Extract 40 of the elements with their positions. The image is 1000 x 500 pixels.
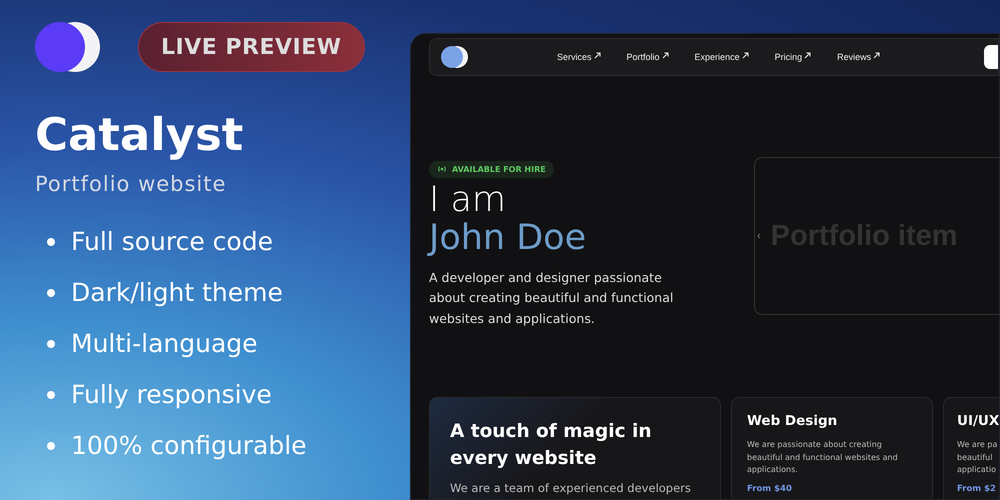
bullet-icon (47, 238, 55, 246)
logo-icon (35, 22, 100, 72)
feature-text: Fully responsive (71, 379, 272, 411)
nav-link[interactable]: Pricing (774, 52, 812, 62)
arrow-icon (873, 52, 880, 59)
bullet-icon (47, 288, 55, 296)
arrow-icon (742, 52, 749, 59)
bullet-icon (47, 390, 55, 398)
hero-name: John Doe (429, 218, 588, 256)
service-price: From $40 (747, 484, 793, 494)
availability-badge: AVAILABLE FOR HIRE (429, 160, 554, 178)
service-price: From $2 (957, 484, 997, 494)
service-title: UI/UX (957, 413, 999, 429)
previous-button[interactable]: ‹ (757, 230, 761, 242)
hero-heading: I am (429, 180, 507, 218)
service-title: Web Design (747, 413, 838, 429)
broadcast-icon (437, 165, 447, 173)
bullet-icon (47, 442, 55, 450)
nav-link[interactable]: Services (557, 52, 601, 62)
hero-description: A developer and designer passionate about creating beautiful and functional websites and applications. (429, 268, 674, 328)
nav-link[interactable]: Portfolio (626, 52, 669, 62)
nav-link[interactable]: Reviews (837, 52, 880, 62)
logo-icon (441, 46, 468, 68)
nav-link[interactable]: Experience (694, 52, 749, 62)
feature-text: Dark/light theme (71, 277, 283, 309)
card-text: We are a team of experienced developers (450, 481, 692, 495)
live-preview-button[interactable]: LIVE PREVIEW (138, 22, 365, 72)
product-subtitle: Portfolio website (35, 172, 228, 196)
feature-text: Multi-language (71, 328, 258, 360)
bullet-icon (47, 340, 55, 348)
card-title: A touch of magic in every website (450, 420, 653, 471)
feature-text: Full source code (71, 226, 273, 258)
arrow-icon (662, 52, 669, 59)
arrow-icon (594, 52, 601, 59)
nav-button[interactable] (984, 45, 998, 69)
product-title: Catalyst (35, 108, 244, 162)
feature-text: 100% configurable (71, 430, 307, 462)
service-description: We are pa beautiful applicatio (957, 439, 998, 476)
service-description: We are passionate about creating beautiful and functional websites and applications. (747, 439, 899, 476)
arrow-icon (804, 52, 812, 59)
